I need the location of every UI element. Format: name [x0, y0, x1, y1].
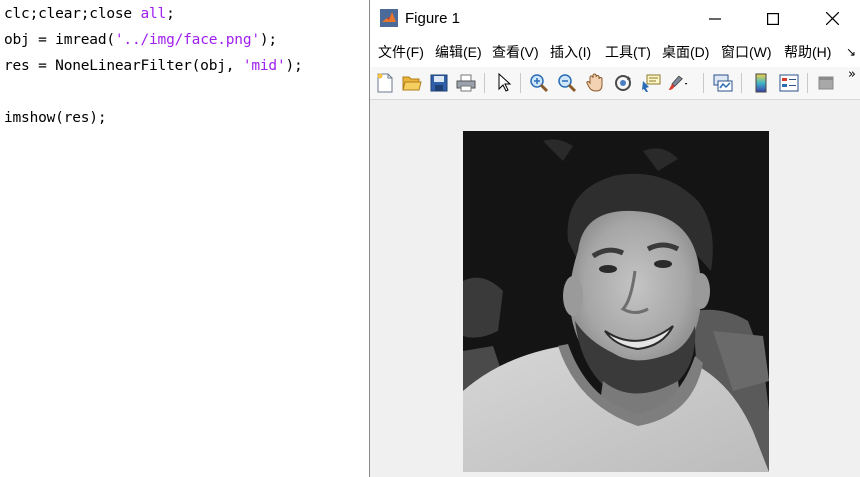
legend-icon: [779, 74, 799, 92]
zoom-in-button[interactable]: [528, 72, 550, 94]
code-text: res = NoneLinearFilter(obj,: [4, 58, 243, 74]
maximize-icon: [767, 12, 779, 25]
toolbar-overflow-icon[interactable]: »: [848, 67, 856, 82]
minimize-button[interactable]: [692, 0, 738, 37]
code-text: clc;clear;close: [4, 6, 141, 22]
toolbar-separator: [703, 73, 704, 93]
figure-canvas[interactable]: [370, 100, 860, 477]
code-text: );: [285, 58, 303, 74]
code-keyword: all: [140, 6, 167, 22]
print-button[interactable]: [455, 72, 477, 94]
pan-button[interactable]: [584, 72, 606, 94]
brush-icon: [668, 75, 688, 90]
data-cursor-button[interactable]: [640, 72, 662, 94]
maximize-button[interactable]: [750, 0, 796, 37]
close-button[interactable]: [809, 0, 855, 37]
figure-window: Figure 1 文件(F) 编辑(E) 查看(V) 插入(I) 工具(T) 桌…: [369, 0, 860, 477]
menu-view[interactable]: 查看(V): [492, 37, 539, 67]
toolbar-separator: [484, 73, 485, 93]
window-title: Figure 1: [405, 10, 461, 27]
menu-help[interactable]: 帮助(H): [784, 37, 831, 67]
code-text: );: [259, 32, 277, 48]
menu-file[interactable]: 文件(F): [378, 37, 424, 67]
toolbar-separator: [807, 73, 808, 93]
rotate-3d-button[interactable]: [612, 72, 634, 94]
data-cursor-icon: [642, 74, 661, 92]
print-icon: [456, 74, 476, 92]
figure-toolbar: »: [370, 67, 860, 100]
pointer-button[interactable]: [493, 72, 515, 94]
menu-bar: 文件(F) 编辑(E) 查看(V) 插入(I) 工具(T) 桌面(D) 窗口(W…: [370, 37, 860, 67]
code-line-3[interactable]: res = NoneLinearFilter(obj, 'mid');: [4, 53, 303, 79]
hide-plot-tools-icon: [818, 76, 834, 90]
menu-window[interactable]: 窗口(W): [721, 37, 772, 67]
pan-hand-icon: [586, 73, 603, 92]
zoom-out-button[interactable]: [556, 72, 578, 94]
save-button[interactable]: [428, 72, 450, 94]
title-bar[interactable]: Figure 1: [370, 0, 860, 37]
grayscale-portrait-image[interactable]: [463, 131, 769, 472]
new-figure-button[interactable]: [374, 72, 396, 94]
code-text: ;: [166, 6, 175, 22]
pointer-icon: [498, 73, 512, 92]
code-editor[interactable]: clc;clear;close all; obj = imread('../im…: [0, 0, 370, 477]
code-line-5[interactable]: imshow(res);: [4, 105, 107, 131]
colorbar-icon: [755, 73, 767, 93]
colorbar-button[interactable]: [750, 72, 772, 94]
hide-plot-tools-button[interactable]: [815, 72, 837, 94]
code-text: obj = imread(: [4, 32, 115, 48]
minimize-icon: [709, 17, 721, 20]
code-string: 'mid': [242, 58, 286, 74]
toolbar-separator: [741, 73, 742, 93]
menu-tools[interactable]: 工具(T): [605, 37, 651, 67]
link-plot-icon: [713, 74, 733, 92]
code-string: '../img/face.png': [114, 32, 260, 48]
close-icon: [825, 12, 839, 25]
zoom-in-icon: [530, 74, 549, 93]
menu-overflow-icon[interactable]: ↘: [846, 45, 856, 59]
code-line-2[interactable]: obj = imread('../img/face.png');: [4, 27, 277, 53]
open-file-button[interactable]: [401, 72, 423, 94]
code-text: imshow(res);: [4, 110, 107, 126]
toolbar-separator: [520, 73, 521, 93]
rotate-3d-icon: [615, 75, 631, 91]
link-plot-button[interactable]: [712, 72, 734, 94]
menu-desktop[interactable]: 桌面(D): [662, 37, 709, 67]
code-line-1[interactable]: clc;clear;close all;: [4, 1, 175, 27]
menu-edit[interactable]: 编辑(E): [435, 37, 482, 67]
new-figure-icon: [377, 73, 393, 93]
open-file-icon: [402, 76, 422, 91]
matlab-logo-icon: [380, 9, 398, 27]
save-icon: [430, 74, 448, 92]
brush-button[interactable]: [667, 72, 689, 94]
legend-button[interactable]: [778, 72, 800, 94]
zoom-out-icon: [558, 74, 577, 93]
menu-insert[interactable]: 插入(I): [550, 37, 591, 67]
